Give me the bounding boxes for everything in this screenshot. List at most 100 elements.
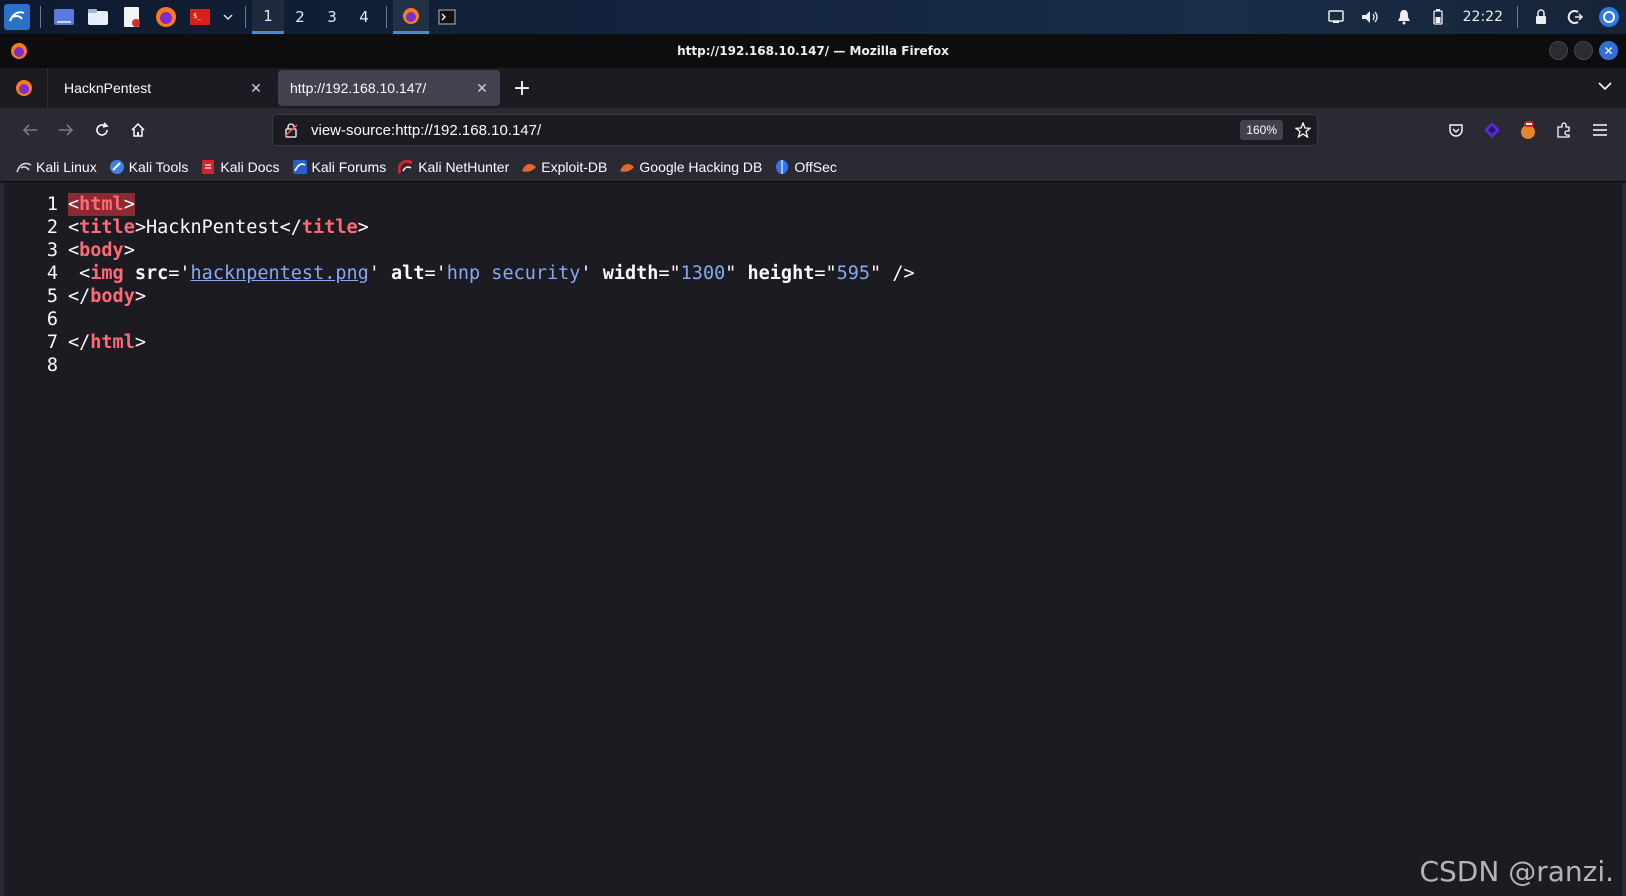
line-number: 4 (46, 263, 58, 284)
source-line: 3 < body > (26, 239, 915, 262)
close-tab-icon[interactable]: ✕ (474, 80, 490, 97)
tab-hacknpentest[interactable]: HacknPentest ✕ (52, 70, 274, 106)
taskbar-terminal[interactable] (429, 0, 465, 34)
attr-name: width (602, 263, 659, 284)
tab-label: http://192.168.10.147/ (290, 80, 427, 96)
source-line: 4 < img src =' hacknpentest.png ' alt =' hnp s… (26, 262, 915, 285)
home-button[interactable] (120, 114, 156, 146)
notifications-bell-icon[interactable] (1387, 0, 1421, 34)
hamburger-menu-icon[interactable] (1582, 114, 1618, 146)
bookmark-kali-forums[interactable]: Kali Forums (292, 158, 387, 175)
extensions-puzzle-icon[interactable] (1546, 114, 1582, 146)
zoom-level-button[interactable]: 160% (1240, 120, 1283, 140)
toolbar-right (1438, 114, 1618, 146)
workspace-3[interactable]: 3 (316, 0, 348, 34)
bookmark-kali-tools[interactable]: Kali Tools (109, 158, 189, 175)
workspace-1[interactable]: 1 (252, 0, 284, 34)
bookmark-label: Kali Forums (311, 158, 387, 175)
kali-menu-icon[interactable] (4, 4, 30, 30)
extension-foxy-icon[interactable] (1510, 114, 1546, 146)
lock-icon[interactable] (1524, 0, 1558, 34)
punct: </ (68, 332, 91, 353)
taskbar-firefox[interactable] (393, 0, 429, 34)
terminal-launcher-icon[interactable]: $_ (187, 4, 213, 30)
window-controls: ✕ (1549, 41, 1618, 60)
volume-icon[interactable] (1353, 0, 1387, 34)
battery-icon[interactable] (1421, 0, 1455, 34)
bookmark-kali-nethunter[interactable]: Kali NetHunter (398, 159, 509, 175)
kali-dragon-icon (16, 159, 32, 175)
clock[interactable]: 22:22 (1455, 9, 1511, 25)
source-line: 7 </html > (26, 331, 915, 354)
chevron-down-icon[interactable] (221, 4, 235, 30)
bookmark-label: Google Hacking DB (639, 158, 763, 175)
url-text[interactable]: view-source:http://192.168.10.147/ (311, 122, 1240, 139)
show-desktop-icon[interactable] (51, 4, 77, 30)
bookmark-label: Kali Docs (220, 158, 280, 175)
workspace-4[interactable]: 4 (348, 0, 380, 34)
firefox-view-button[interactable] (0, 68, 48, 108)
punct: " (725, 263, 748, 284)
bookmark-star-icon[interactable] (1289, 122, 1317, 138)
reload-icon (96, 122, 109, 136)
punct: < (68, 194, 80, 215)
line-number: 8 (46, 355, 58, 376)
new-tab-button[interactable]: + (504, 70, 540, 106)
tag-name: html (79, 194, 124, 215)
punct: < (68, 240, 80, 261)
logout-icon[interactable] (1558, 0, 1592, 34)
list-all-tabs-button[interactable] (1598, 76, 1612, 95)
bookmark-label: Kali Tools (128, 158, 189, 175)
kali-forums-icon (292, 159, 308, 175)
close-tab-icon[interactable]: ✕ (248, 80, 264, 97)
bookmark-google-hacking-db[interactable]: Google Hacking DB (619, 159, 762, 175)
attr-name: alt (391, 263, 425, 284)
bookmark-exploit-db[interactable]: Exploit-DB (521, 159, 607, 175)
window-title: http://192.168.10.147/ — Mozilla Firefox (677, 44, 949, 58)
firefox-launcher-icon[interactable] (153, 4, 179, 30)
punct: < (68, 263, 91, 284)
attr-name: height (747, 263, 815, 284)
line-number: 5 (46, 286, 58, 307)
url-bar[interactable]: view-source:http://192.168.10.147/ 160% (272, 114, 1318, 146)
extension-purple-icon[interactable] (1474, 114, 1510, 146)
window-titlebar[interactable]: http://192.168.10.147/ — Mozilla Firefox… (0, 34, 1626, 68)
attr-value: 595 (836, 263, 871, 284)
bookmark-kali-docs[interactable]: Kali Docs (200, 158, 280, 175)
user-avatar-icon[interactable] (1592, 0, 1626, 34)
reload-button[interactable] (84, 114, 120, 146)
kali-docs-icon (200, 159, 216, 175)
back-button[interactable] (12, 114, 48, 146)
image-src-link[interactable]: hacknpentest.png (191, 262, 369, 285)
source-line: 1 <html> (26, 193, 915, 216)
display-icon[interactable] (1319, 0, 1353, 34)
punct: " /> (870, 263, 915, 284)
punct: > (134, 332, 146, 353)
file-manager-icon[interactable] (85, 4, 111, 30)
bookmark-offsec[interactable]: OffSec (774, 159, 837, 175)
panel-separator (245, 6, 246, 28)
maximize-button[interactable] (1574, 41, 1593, 60)
workspace-2[interactable]: 2 (284, 0, 316, 34)
pocket-icon[interactable] (1438, 114, 1474, 146)
close-window-button[interactable]: ✕ (1599, 41, 1618, 60)
minimize-button[interactable] (1549, 41, 1568, 60)
insecure-page-icon[interactable] (283, 122, 299, 138)
punct (124, 262, 135, 285)
panel-separator (1517, 6, 1518, 28)
text-editor-icon[interactable] (119, 4, 145, 30)
panel-separator (40, 6, 41, 28)
source-line: 8 (26, 354, 915, 377)
punct: > (134, 217, 146, 238)
home-icon (131, 122, 145, 137)
exploit-db-icon (521, 159, 537, 175)
title-text: HacknPentest (145, 217, 280, 238)
line-number: 2 (46, 217, 58, 238)
bookmark-kali-linux[interactable]: Kali Linux (16, 159, 97, 175)
line-number: 1 (46, 194, 58, 215)
tab-view-source[interactable]: http://192.168.10.147/ ✕ (278, 70, 500, 106)
firefox-icon (403, 7, 419, 24)
forward-button[interactable] (48, 114, 84, 146)
source-highlight: <html> (68, 193, 135, 216)
punct: ' (580, 263, 603, 284)
